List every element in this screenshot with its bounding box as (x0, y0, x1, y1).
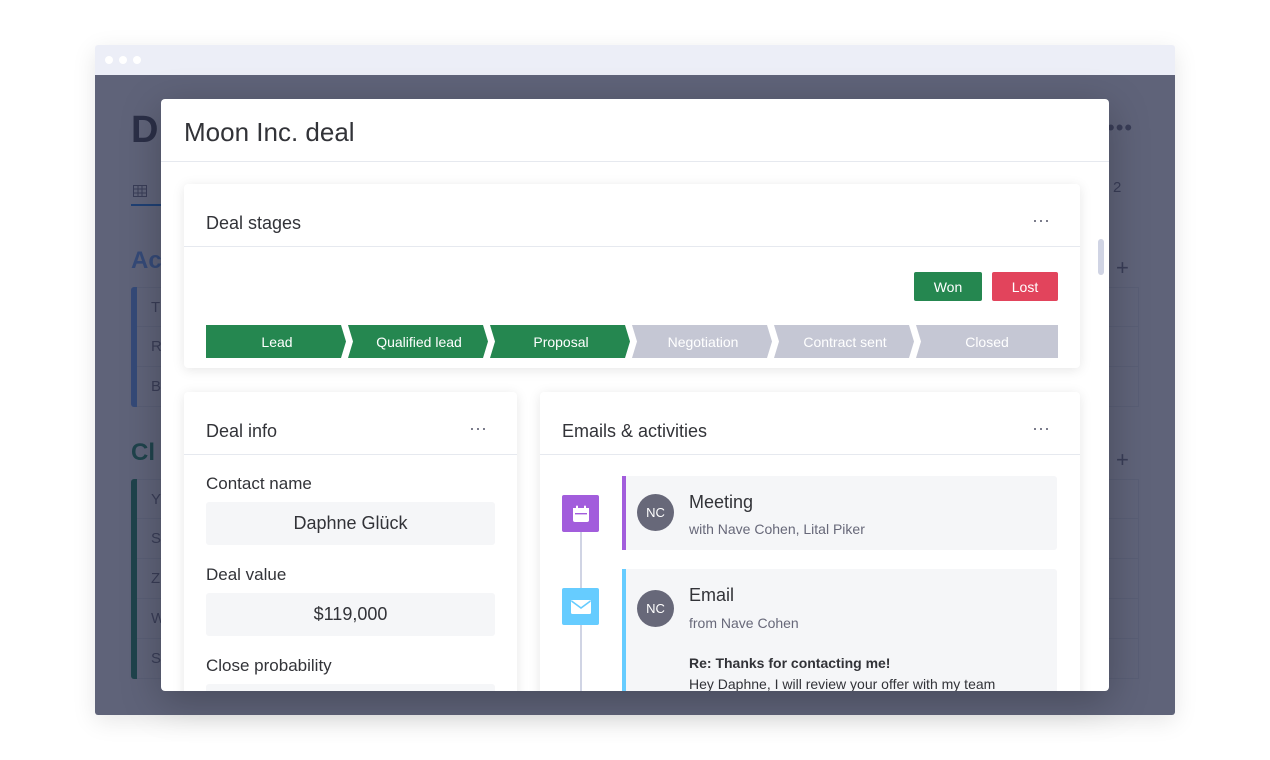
activity-stripe (622, 569, 626, 691)
lost-button[interactable]: Lost (992, 272, 1058, 301)
deal-modal: Moon Inc. deal Deal stages ··· Won Lost … (161, 99, 1109, 691)
email-subject: Re: Thanks for contacting me! (689, 655, 891, 671)
stage-label: Contract sent (803, 333, 887, 350)
stage-negotiation[interactable]: Negotiation (632, 325, 774, 358)
deal-value-field[interactable]: $119,000 (206, 593, 495, 636)
meeting-activity[interactable]: NC Meeting with Nave Cohen, Lital Piker (622, 476, 1057, 550)
activities-card: Emails & activities ··· NC Meeting with … (540, 392, 1080, 691)
stage-lead[interactable]: Lead (206, 325, 348, 358)
email-activity[interactable]: NC Email from Nave Cohen Re: Thanks for … (622, 569, 1057, 691)
activity-title: Email (689, 585, 735, 605)
card-title: Emails & activities (562, 421, 708, 441)
modal-title: Moon Inc. deal (184, 117, 355, 147)
stage-label: Closed (965, 333, 1009, 350)
close-probability-field[interactable] (206, 684, 495, 691)
contact-name-label: Contact name (206, 474, 312, 493)
stage-label: Lead (261, 333, 293, 350)
window-dot (119, 56, 127, 64)
stage-contract-sent[interactable]: Contract sent (774, 325, 916, 358)
card-title: Deal stages (206, 213, 302, 233)
activity-subtitle: from Nave Cohen (689, 615, 799, 631)
won-button[interactable]: Won (914, 272, 982, 301)
browser-title-bar (95, 45, 1175, 75)
card-title: Deal info (206, 421, 278, 441)
window-dot (105, 56, 113, 64)
close-probability-label: Close probability (206, 656, 332, 675)
activity-subtitle: with Nave Cohen, Lital Piker (689, 521, 865, 537)
activity-title: Meeting (689, 492, 754, 512)
stage-closed[interactable]: Closed (916, 325, 1058, 358)
more-options-button[interactable]: ··· (469, 418, 487, 439)
contact-name-field[interactable]: Daphne Glück (206, 502, 495, 545)
avatar: NC (637, 494, 674, 531)
email-preview: Hey Daphne, I will review your offer wit… (689, 676, 996, 691)
deal-stages-card: Deal stages ··· Won Lost Lead Qualified l… (184, 184, 1080, 368)
activity-stripe (622, 476, 626, 550)
stage-proposal[interactable]: Proposal (490, 325, 632, 358)
more-options-button[interactable]: ··· (1032, 418, 1050, 439)
more-options-button[interactable]: ··· (1032, 210, 1050, 231)
card-header: Emails & activities ··· (540, 392, 1080, 455)
stage-label: Negotiation (667, 333, 739, 350)
avatar: NC (637, 590, 674, 627)
stage-label: Qualified lead (376, 333, 462, 350)
card-header: Deal stages ··· (184, 184, 1080, 247)
calendar-icon (562, 495, 599, 532)
stage-qualified-lead[interactable]: Qualified lead (348, 325, 490, 358)
envelope-icon (562, 588, 599, 625)
stage-pipeline: Lead Qualified lead Proposal Negotiation Con… (206, 325, 1058, 358)
scrollbar-thumb[interactable] (1098, 239, 1104, 275)
window-dot (133, 56, 141, 64)
deal-value-label: Deal value (206, 565, 287, 584)
divider (161, 161, 1109, 162)
stage-label: Proposal (533, 333, 589, 350)
deal-info-card: Deal info ··· Contact name Daphne Glück … (184, 392, 517, 691)
card-header: Deal info ··· (184, 392, 517, 455)
